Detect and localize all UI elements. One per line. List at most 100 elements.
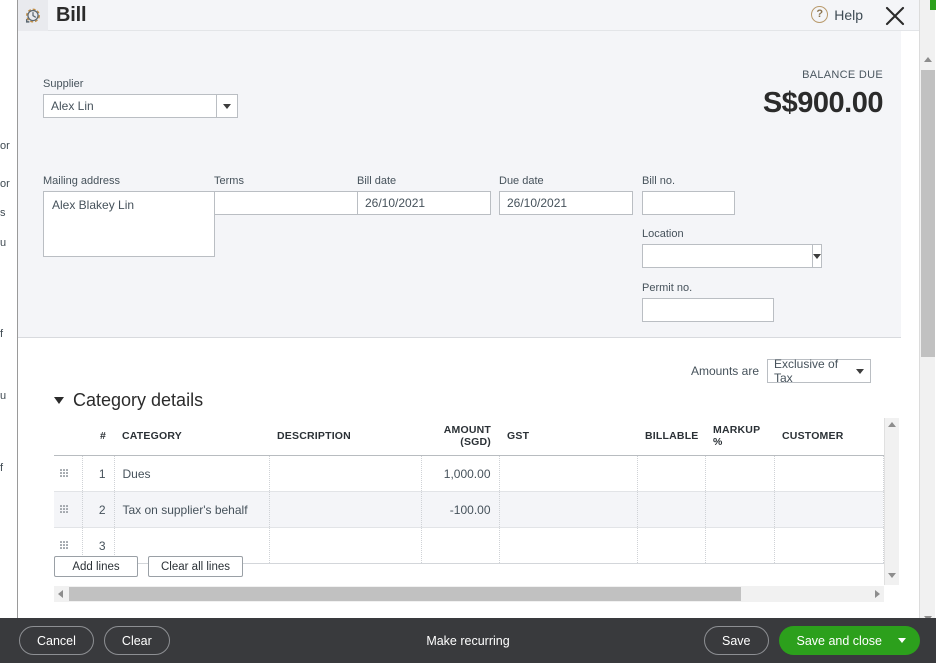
clear-all-lines-button[interactable]: Clear all lines — [148, 556, 243, 577]
bill-form-panel: Supplier BALANCE DUE S$900.00 Mailing ad… — [18, 31, 901, 338]
supplier-combobox[interactable] — [43, 94, 238, 118]
permit-no-label: Permit no. — [642, 282, 774, 294]
supplier-input[interactable] — [43, 94, 216, 118]
question-circle-icon: ? — [811, 6, 828, 23]
scroll-left-arrow-icon[interactable] — [58, 590, 63, 598]
row-billable[interactable] — [637, 528, 705, 564]
bill-modal-screen: or or s u f u f Bill ? Help — [0, 0, 936, 663]
table-row[interactable]: 2 Tax on supplier's behalf -100.00 — [54, 492, 883, 528]
drag-grip-icon — [60, 505, 69, 514]
collapse-triangle-icon[interactable] — [54, 397, 64, 404]
page-title: Bill — [56, 4, 86, 27]
amounts-are-select[interactable]: Exclusive of Tax — [767, 359, 871, 383]
row-category[interactable]: Tax on supplier's behalf — [114, 492, 269, 528]
row-drag-handle[interactable] — [54, 492, 82, 528]
table-vertical-scrollbar[interactable] — [884, 418, 899, 585]
mailing-address-textarea[interactable]: Alex Blakey Lin — [43, 191, 215, 257]
drag-grip-icon — [60, 541, 69, 550]
save-and-close-label: Save and close — [797, 634, 882, 648]
save-and-close-button[interactable]: Save and close — [779, 626, 920, 655]
location-input[interactable] — [642, 244, 812, 268]
row-customer[interactable] — [774, 456, 883, 492]
help-label: Help — [834, 7, 863, 23]
line-items-table-wrapper: # CATEGORY DESCRIPTION AMOUNT (SGD) GST … — [54, 418, 883, 564]
bill-date-field-group: Bill date — [357, 175, 491, 215]
bg-text-fragment: u — [0, 237, 6, 249]
bg-text-fragment: s — [0, 207, 6, 219]
clear-button[interactable]: Clear — [104, 626, 170, 655]
table-header-row: # CATEGORY DESCRIPTION AMOUNT (SGD) GST … — [54, 418, 883, 456]
horizontal-scroll-thumb[interactable] — [69, 587, 741, 601]
modal-header: Bill ? Help — [18, 0, 919, 31]
bill-date-label: Bill date — [357, 175, 491, 187]
terms-field-group: Terms — [214, 175, 348, 215]
amounts-are-group: Amounts are Exclusive of Tax — [691, 359, 871, 383]
modal-footer-bar: Cancel Clear Make recurring Save Save an… — [0, 618, 936, 663]
scroll-up-arrow-icon[interactable] — [888, 422, 897, 430]
page-scroll-thumb[interactable] — [921, 70, 935, 357]
row-description[interactable] — [269, 528, 421, 564]
col-drag — [54, 418, 82, 456]
due-date-field-group: Due date — [499, 175, 633, 215]
scroll-down-arrow-icon[interactable] — [888, 573, 897, 581]
row-customer[interactable] — [774, 528, 883, 564]
bill-date-input[interactable] — [357, 191, 491, 215]
row-gst[interactable] — [499, 492, 637, 528]
row-gst[interactable] — [499, 456, 637, 492]
row-amount[interactable]: 1,000.00 — [421, 456, 499, 492]
col-amount: AMOUNT (SGD) — [421, 418, 499, 456]
make-recurring-button[interactable]: Make recurring — [426, 634, 509, 648]
save-button[interactable]: Save — [704, 626, 769, 655]
supplier-dropdown-caret-icon[interactable] — [216, 94, 238, 118]
row-markup[interactable] — [705, 528, 774, 564]
mailing-address-field-group: Mailing address Alex Blakey Lin — [43, 175, 215, 257]
bg-text-fragment: or — [0, 178, 10, 190]
category-details-header: Category details — [54, 390, 203, 411]
supplier-label: Supplier — [43, 78, 238, 90]
footer-left-actions: Cancel Clear — [19, 626, 170, 655]
bill-no-input[interactable] — [642, 191, 735, 215]
terms-combobox[interactable] — [214, 191, 348, 215]
page-scroll-up-arrow-icon[interactable] — [924, 57, 932, 62]
save-options-caret-icon[interactable] — [898, 638, 906, 643]
amounts-are-value: Exclusive of Tax — [774, 357, 856, 385]
row-markup[interactable] — [705, 456, 774, 492]
col-billable: BILLABLE — [637, 418, 705, 456]
scroll-right-arrow-icon[interactable] — [875, 590, 880, 598]
cancel-button[interactable]: Cancel — [19, 626, 94, 655]
row-amount[interactable]: -100.00 — [421, 492, 499, 528]
location-dropdown-caret-icon[interactable] — [812, 244, 822, 268]
due-date-input[interactable] — [499, 191, 633, 215]
close-icon[interactable] — [883, 4, 907, 28]
background-page-sliver: or or s u f u f — [0, 0, 18, 663]
row-amount[interactable] — [421, 528, 499, 564]
category-details-title: Category details — [73, 390, 203, 411]
table-horizontal-scrollbar[interactable] — [54, 586, 884, 602]
amounts-are-label: Amounts are — [691, 364, 759, 378]
row-number: 2 — [82, 492, 114, 528]
table-row[interactable]: 1 Dues 1,000.00 — [54, 456, 883, 492]
bg-text-fragment: f — [0, 462, 3, 474]
balance-due-amount: S$900.00 — [763, 87, 883, 120]
row-customer[interactable] — [774, 492, 883, 528]
add-lines-button[interactable]: Add lines — [54, 556, 138, 577]
help-button[interactable]: ? Help — [811, 6, 863, 23]
permit-no-input[interactable] — [642, 298, 774, 322]
row-billable[interactable] — [637, 492, 705, 528]
row-drag-handle[interactable] — [54, 456, 82, 492]
bg-text-fragment: u — [0, 390, 6, 402]
row-billable[interactable] — [637, 456, 705, 492]
row-description[interactable] — [269, 492, 421, 528]
row-description[interactable] — [269, 456, 421, 492]
location-combobox[interactable] — [642, 244, 816, 268]
row-category[interactable]: Dues — [114, 456, 269, 492]
row-markup[interactable] — [705, 492, 774, 528]
bg-text-fragment: f — [0, 328, 3, 340]
page-vertical-scrollbar[interactable] — [919, 0, 935, 663]
location-field-group: Location — [642, 228, 816, 268]
col-markup: MARKUP % — [705, 418, 774, 456]
due-date-label: Due date — [499, 175, 633, 187]
bill-no-label: Bill no. — [642, 175, 735, 187]
mailing-address-label: Mailing address — [43, 175, 215, 187]
row-gst[interactable] — [499, 528, 637, 564]
